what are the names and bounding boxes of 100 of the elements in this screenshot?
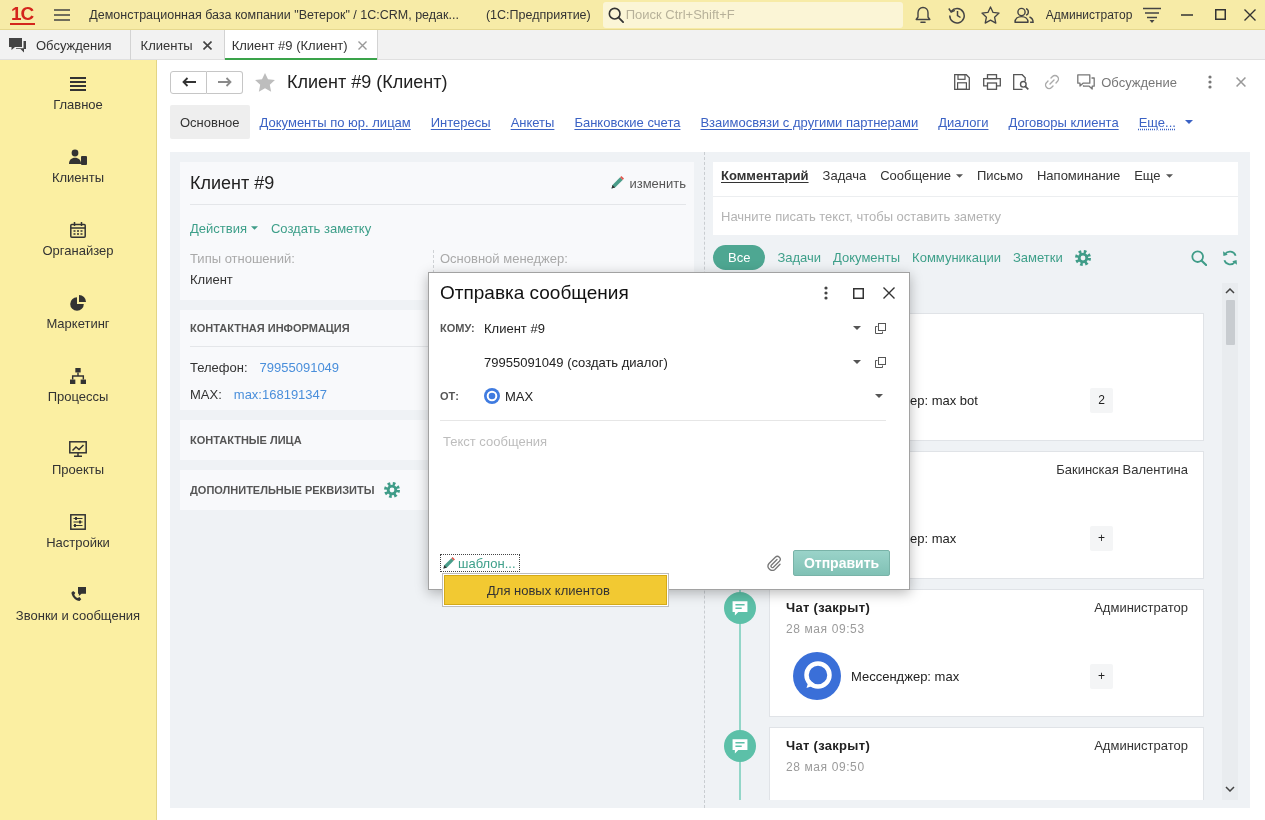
star-icon[interactable] xyxy=(255,72,275,92)
field-label: Основной менеджер: xyxy=(440,251,568,266)
save-icon[interactable] xyxy=(954,74,971,90)
tab[interactable]: Договоры клиента xyxy=(998,105,1129,139)
menu-icon[interactable] xyxy=(1143,6,1162,23)
app-name: (1С:Предприятие) xyxy=(485,7,591,22)
maximize-icon[interactable] xyxy=(1215,9,1227,20)
window-title: Демонстрационная база компании "Ветерок" / 1С:CRM, редак... xyxy=(89,7,459,22)
users-icon[interactable] xyxy=(1013,6,1034,23)
app-logo: 1С xyxy=(10,4,36,25)
bell-icon[interactable] xyxy=(914,5,931,24)
window-icon[interactable] xyxy=(875,356,886,368)
caret-icon[interactable] xyxy=(853,326,861,330)
note-field[interactable]: Начните писать текст, чтобы оставить заметку xyxy=(713,197,1238,235)
maximize-icon[interactable] xyxy=(853,287,864,299)
preview-icon[interactable] xyxy=(1013,74,1030,90)
tab[interactable]: Напоминание xyxy=(1036,168,1121,184)
counter-badge[interactable]: + xyxy=(1090,525,1113,551)
star-icon[interactable] xyxy=(980,5,1000,24)
chevron-up-icon xyxy=(1225,288,1235,294)
more-link[interactable]: Еще... xyxy=(1128,105,1203,139)
tab[interactable]: Документы по юр. лицам xyxy=(249,105,421,139)
tab[interactable]: Сообщение xyxy=(880,168,963,184)
chat-bubble-icon xyxy=(724,592,756,624)
gear-icon[interactable] xyxy=(384,482,401,498)
close-icon[interactable] xyxy=(202,40,212,50)
section-title: КОНТАКТНАЯ ИНФОРМАЦИЯ xyxy=(190,322,350,334)
search-icon[interactable] xyxy=(1191,249,1207,266)
dialog-title: Отправка сообщения xyxy=(440,282,629,304)
form-title: Клиент #9 (Клиент) xyxy=(287,71,448,93)
tab[interactable]: Клиент #9 (Клиент) xyxy=(224,30,378,60)
pencil-icon xyxy=(442,556,455,570)
field-label: Типы отношений: xyxy=(190,251,295,266)
minimize-icon[interactable] xyxy=(1181,13,1194,16)
pie-chart-icon xyxy=(70,295,86,311)
tab[interactable]: Задача xyxy=(822,168,867,184)
field-label: ОТ: xyxy=(440,390,460,402)
user-name[interactable]: Администратор xyxy=(1045,7,1133,22)
nav-item[interactable]: Маркетинг xyxy=(0,287,156,333)
tab[interactable]: Еще xyxy=(1134,168,1173,184)
tab[interactable]: Анкеты xyxy=(500,105,565,139)
more-icon[interactable] xyxy=(1208,75,1212,89)
back-button[interactable] xyxy=(170,70,207,94)
nav-item[interactable]: Процессы xyxy=(0,360,156,406)
section-title: ДОПОЛНИТЕЛЬНЫЕ РЕКВИЗИТЫ xyxy=(190,484,375,496)
arrow-right-icon xyxy=(217,77,232,87)
nav-item[interactable]: Проекты xyxy=(0,433,156,479)
chat-icon xyxy=(9,37,26,53)
discussion-button[interactable]: Обсуждение xyxy=(1077,74,1177,90)
event-text: Мессенджер: max xyxy=(851,668,961,684)
contact-label: Телефон: xyxy=(190,359,248,377)
tab[interactable]: Банковские счета xyxy=(564,105,691,139)
chat-icon xyxy=(1077,74,1096,90)
address-field[interactable]: 79955091049 (создать диалог) xyxy=(484,350,853,374)
recipient-field[interactable]: Клиент #9 xyxy=(484,316,853,340)
tab[interactable]: Комментарий xyxy=(721,168,809,184)
tab[interactable]: Взаимосвязи с другими партнерами xyxy=(690,105,929,139)
window-icon[interactable] xyxy=(875,322,886,334)
sender-field[interactable]: MAX xyxy=(484,384,875,408)
menu-item[interactable]: Для новых клиентов xyxy=(444,575,667,605)
caret-icon xyxy=(955,174,963,178)
more-icon[interactable] xyxy=(824,286,828,300)
search-field[interactable]: Поиск Ctrl+Shift+F xyxy=(602,1,903,28)
search-icon xyxy=(607,6,624,23)
hierarchy-icon xyxy=(70,368,86,384)
list-icon xyxy=(70,77,86,91)
nav-item[interactable]: Органайзер xyxy=(0,214,156,260)
caret-icon xyxy=(1184,120,1193,124)
caret-icon xyxy=(1165,174,1173,178)
nav-item[interactable]: Клиенты xyxy=(0,141,156,187)
tab[interactable]: Диалоги xyxy=(928,105,999,139)
event-title: Чат (закрыт) xyxy=(786,599,871,617)
tab[interactable]: Письмо xyxy=(976,168,1023,184)
field-value: Клиент xyxy=(190,271,233,288)
tab[interactable]: Основное xyxy=(170,105,250,139)
caret-icon[interactable] xyxy=(853,360,861,364)
tab[interactable]: Интересы xyxy=(420,105,501,139)
history-icon[interactable] xyxy=(947,5,966,24)
scrollbar-thumb[interactable] xyxy=(1225,300,1235,345)
printer-icon[interactable] xyxy=(983,74,1002,90)
close-icon[interactable] xyxy=(1244,8,1257,21)
nav-item[interactable]: Звонки и сообщения xyxy=(0,579,156,625)
counter-badge[interactable]: 2 xyxy=(1090,387,1113,413)
scrollbar[interactable] xyxy=(1222,283,1238,800)
section-title: КОНТАКТНЫЕ ЛИЦА xyxy=(190,434,302,446)
event-text: ер: max bot xyxy=(910,392,979,408)
nav-item[interactable]: Настройки xyxy=(0,506,156,552)
close-icon[interactable] xyxy=(883,287,895,299)
gear-icon[interactable] xyxy=(1074,249,1091,266)
event-date: 28 мая 09:53 xyxy=(786,621,865,637)
nav-item[interactable]: Главное xyxy=(0,68,156,114)
caret-icon[interactable] xyxy=(875,394,883,398)
paperclip-icon[interactable] xyxy=(766,555,782,571)
counter-badge[interactable]: + xyxy=(1090,663,1113,689)
menu-icon[interactable] xyxy=(54,8,71,21)
edit-link[interactable]: изменить xyxy=(610,175,686,191)
chevron-down-icon xyxy=(1225,786,1235,792)
event-author: Администратор xyxy=(1094,737,1188,755)
pencil-icon xyxy=(610,176,625,190)
refresh-icon[interactable] xyxy=(1222,249,1238,266)
